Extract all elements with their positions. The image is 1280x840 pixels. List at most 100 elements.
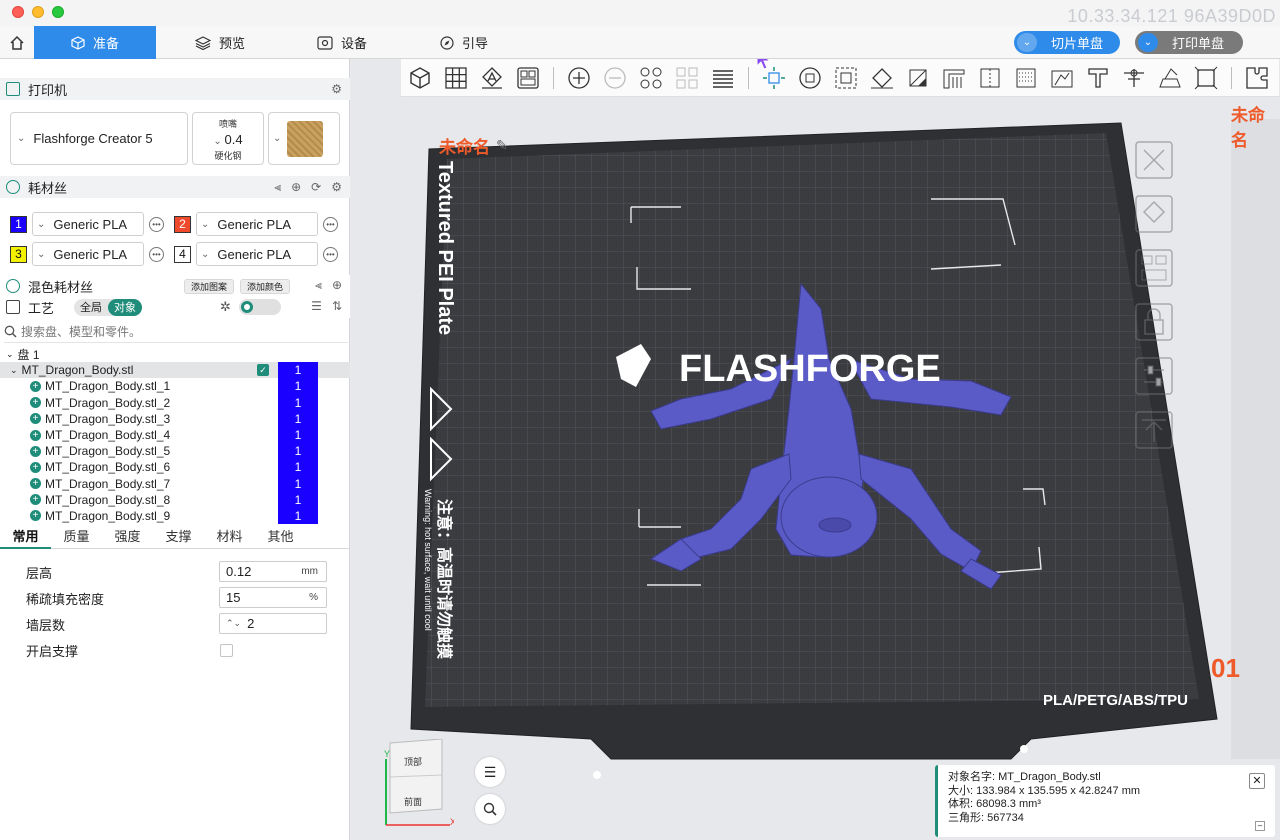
move-to-top-button[interactable] (1133, 409, 1175, 451)
slice-plate-button[interactable]: ⌄ 切片单盘 (1014, 31, 1120, 54)
chevron-down-icon[interactable]: ⌄ (6, 349, 14, 360)
advanced-switch[interactable] (238, 299, 281, 315)
part-extruder-cell[interactable]: 1 (278, 394, 318, 411)
measure-tool[interactable] (1119, 63, 1149, 93)
close-window-button[interactable] (12, 6, 24, 18)
slice-dropdown-chevron-icon[interactable]: ⌄ (1017, 33, 1037, 52)
cube-face-front[interactable]: 前面 (404, 796, 422, 807)
tree-part-row[interactable]: + MT_Dragon_Body.stl_7 1 (0, 475, 350, 492)
zoom-fit-button[interactable] (475, 794, 505, 824)
color-painting-tool[interactable] (1047, 63, 1077, 93)
tree-part-row[interactable]: + MT_Dragon_Body.stl_6 1 (0, 459, 350, 476)
layers-tool[interactable] (708, 63, 738, 93)
part-extruder-cell[interactable]: 1 (278, 410, 318, 427)
infill-input[interactable]: 15 % (219, 587, 327, 608)
part-extruder-cell[interactable]: 1 (278, 426, 318, 444)
tab-preview[interactable]: 预览 (160, 26, 280, 59)
tab-device[interactable]: 设备 (282, 26, 402, 59)
print-plate-button[interactable]: ⌄ 打印单盘 (1135, 31, 1243, 54)
add-instance-tool[interactable] (564, 63, 594, 93)
filament-select[interactable]: ⌄ Generic PLA (196, 212, 318, 236)
cube-face-top[interactable]: 顶部 (404, 756, 422, 767)
filament-select[interactable]: ⌄ Generic PLA (196, 242, 318, 266)
seam-painting-tool[interactable] (975, 63, 1005, 93)
fuzzy-skin-tool[interactable] (1011, 63, 1041, 93)
rotate-tool[interactable] (795, 63, 825, 93)
filament-select[interactable]: ⌄ Generic PLA (32, 242, 144, 266)
orient-plate-button[interactable] (1133, 193, 1175, 235)
tree-object-row[interactable]: ⌄ MT_Dragon_Body.stl ✓ 1 (0, 362, 350, 379)
emboss-tool[interactable] (1083, 63, 1113, 93)
minimize-info-button[interactable]: – (1255, 821, 1265, 831)
fit-view-tool[interactable] (1191, 63, 1221, 93)
home-button[interactable] (0, 26, 34, 59)
view-cube[interactable]: Y X 顶部 前面 (384, 738, 456, 827)
toggle-global[interactable]: 全局 (74, 299, 108, 316)
add-object-tool[interactable] (405, 63, 435, 93)
toggle-object[interactable]: 对象 (108, 298, 143, 316)
clear-plate-button[interactable] (1133, 139, 1175, 181)
global-object-toggle[interactable]: 全局 对象 (74, 298, 143, 316)
object-extruder-cell[interactable]: 1 (278, 362, 318, 379)
view-menu-button[interactable]: ☰ (475, 757, 505, 787)
tree-part-row[interactable]: + MT_Dragon_Body.stl_9 1 (0, 507, 350, 525)
printer-select[interactable]: ⌄ Flashforge Creator 5 (10, 112, 188, 165)
object-search[interactable]: 搜索盘、模型和零件。 (4, 321, 348, 343)
walls-stepper[interactable]: ⌃⌄ 2 (219, 613, 327, 634)
plate-name[interactable]: 未命名 ✎ (439, 133, 508, 158)
tab-prepare[interactable]: 准备 (34, 26, 156, 59)
edit-icon[interactable]: ✎ (496, 137, 508, 154)
assembly-tool[interactable] (1155, 63, 1185, 93)
3d-viewport[interactable]: FLASHFORGE Textured PEI Plate 注意：高温时请勿触摸… (351, 59, 1280, 840)
atom-icon[interactable]: ✲ (220, 299, 231, 315)
part-extruder-cell[interactable]: 1 (278, 378, 318, 395)
more-icon[interactable]: ••• (323, 216, 338, 232)
lock-plate-button[interactable] (1133, 301, 1175, 343)
add-plate-tool[interactable] (441, 63, 471, 93)
minimize-window-button[interactable] (32, 6, 44, 18)
layer-height-input[interactable]: 0.12 mm (219, 561, 327, 582)
support-checkbox[interactable] (220, 644, 233, 657)
part-extruder-cell[interactable]: 1 (278, 443, 318, 460)
tree-part-row[interactable]: + MT_Dragon_Body.stl_4 1 (0, 426, 350, 444)
print-dropdown-chevron-icon[interactable]: ⌄ (1138, 33, 1158, 52)
tree-part-row[interactable]: + MT_Dragon_Body.stl_8 1 (0, 491, 350, 508)
stepper-arrows-icon[interactable]: ⌃⌄ (226, 618, 241, 629)
part-extruder-cell[interactable]: 1 (278, 491, 318, 508)
filament-select[interactable]: ⌄ Generic PLA (32, 212, 144, 236)
support-painting-tool[interactable] (939, 63, 969, 93)
chevron-down-icon[interactable]: ⌄ (10, 365, 18, 376)
more-icon[interactable]: ••• (323, 246, 338, 262)
maximize-window-button[interactable] (52, 6, 64, 18)
part-extruder-cell[interactable]: 1 (278, 459, 318, 476)
part-extruder-cell[interactable]: 1 (278, 475, 318, 492)
plate-settings-button[interactable] (1133, 355, 1175, 397)
object-visible-checkbox[interactable]: ✓ (257, 364, 269, 377)
mixed-add-icon[interactable]: ⊕ (332, 278, 342, 293)
close-info-button[interactable]: ✕ (1249, 773, 1265, 789)
mixed-arrange-icon[interactable]: ⫷ (315, 278, 322, 293)
tree-part-row[interactable]: + MT_Dragon_Body.stl_3 1 (0, 410, 350, 427)
split-objects-tool[interactable] (636, 63, 666, 93)
part-extruder-cell[interactable]: 1 (278, 507, 318, 525)
tree-part-row[interactable]: + MT_Dragon_Body.stl_2 1 (0, 394, 350, 411)
tab-common[interactable]: 常用 (0, 527, 51, 549)
process-compare-icon[interactable]: ⇅ (332, 299, 342, 313)
tab-material[interactable]: 材料 (204, 527, 255, 549)
filament-settings-icon[interactable]: ⚙ (331, 180, 342, 195)
more-icon[interactable]: ••• (149, 216, 164, 232)
plugin-tool[interactable] (1242, 63, 1272, 93)
tab-support[interactable]: 支撑 (153, 527, 204, 549)
plate-type-select[interactable]: ⌄ (268, 112, 340, 165)
lay-on-face-tool[interactable] (867, 63, 897, 93)
scale-tool[interactable] (831, 63, 861, 93)
arrange-plate-button[interactable] (1133, 247, 1175, 289)
add-filament-icon[interactable]: ⊕ (291, 180, 301, 195)
orient-tool[interactable] (477, 63, 507, 93)
split-parts-tool[interactable] (672, 63, 702, 93)
add-color-button[interactable]: 添加颜色 (240, 279, 291, 294)
remove-instance-tool[interactable] (600, 63, 630, 93)
printer-settings-icon[interactable]: ⚙ (331, 82, 342, 96)
add-pattern-button[interactable]: 添加图案 (184, 279, 235, 294)
tab-strength[interactable]: 强度 (102, 527, 153, 549)
